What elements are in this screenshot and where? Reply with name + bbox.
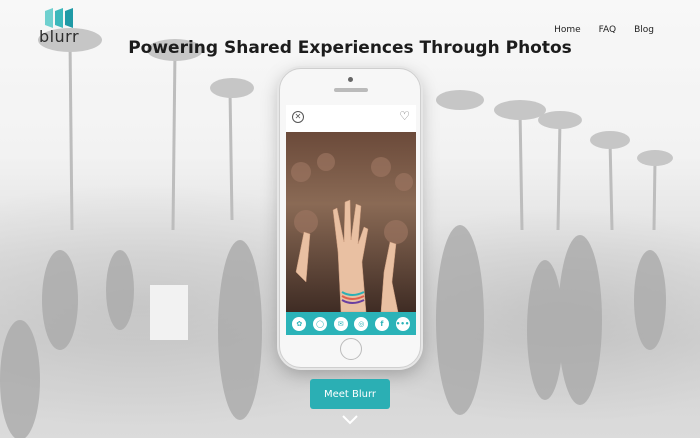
snapchat-icon[interactable]: ✿: [292, 316, 307, 331]
top-nav: Home FAQ Blog: [554, 25, 654, 35]
messenger-icon[interactable]: ✉: [333, 316, 348, 331]
phone-home-button: [340, 338, 362, 360]
screen-header: ✕ ♡: [286, 105, 416, 132]
messages-icon[interactable]: ◯: [312, 316, 327, 331]
nav-blog[interactable]: Blog: [634, 25, 654, 35]
phone-camera: [348, 77, 353, 82]
instagram-icon[interactable]: ◎: [354, 316, 369, 331]
blurr-logo-icon: [45, 8, 73, 28]
share-bar: ✿ ◯ ✉ ◎ f •••: [286, 312, 416, 335]
phone-screen: ✕ ♡ ✿ ◯ ✉ ◎ f •••: [286, 105, 416, 335]
nav-home[interactable]: Home: [554, 25, 581, 35]
chevron-down-icon[interactable]: [341, 414, 359, 426]
close-icon[interactable]: ✕: [292, 111, 304, 123]
more-icon[interactable]: •••: [395, 316, 410, 331]
facebook-icon[interactable]: f: [374, 316, 389, 331]
meet-blurr-button[interactable]: Meet Blurr: [310, 379, 390, 409]
heart-icon[interactable]: ♡: [399, 110, 410, 122]
concert-photo: [286, 132, 416, 312]
phone-mockup: ✕ ♡ ✿ ◯ ✉ ◎ f •••: [279, 68, 421, 368]
nav-faq[interactable]: FAQ: [599, 25, 616, 35]
hero-headline: Powering Shared Experiences Through Phot…: [128, 38, 572, 58]
phone-speaker: [334, 88, 368, 92]
